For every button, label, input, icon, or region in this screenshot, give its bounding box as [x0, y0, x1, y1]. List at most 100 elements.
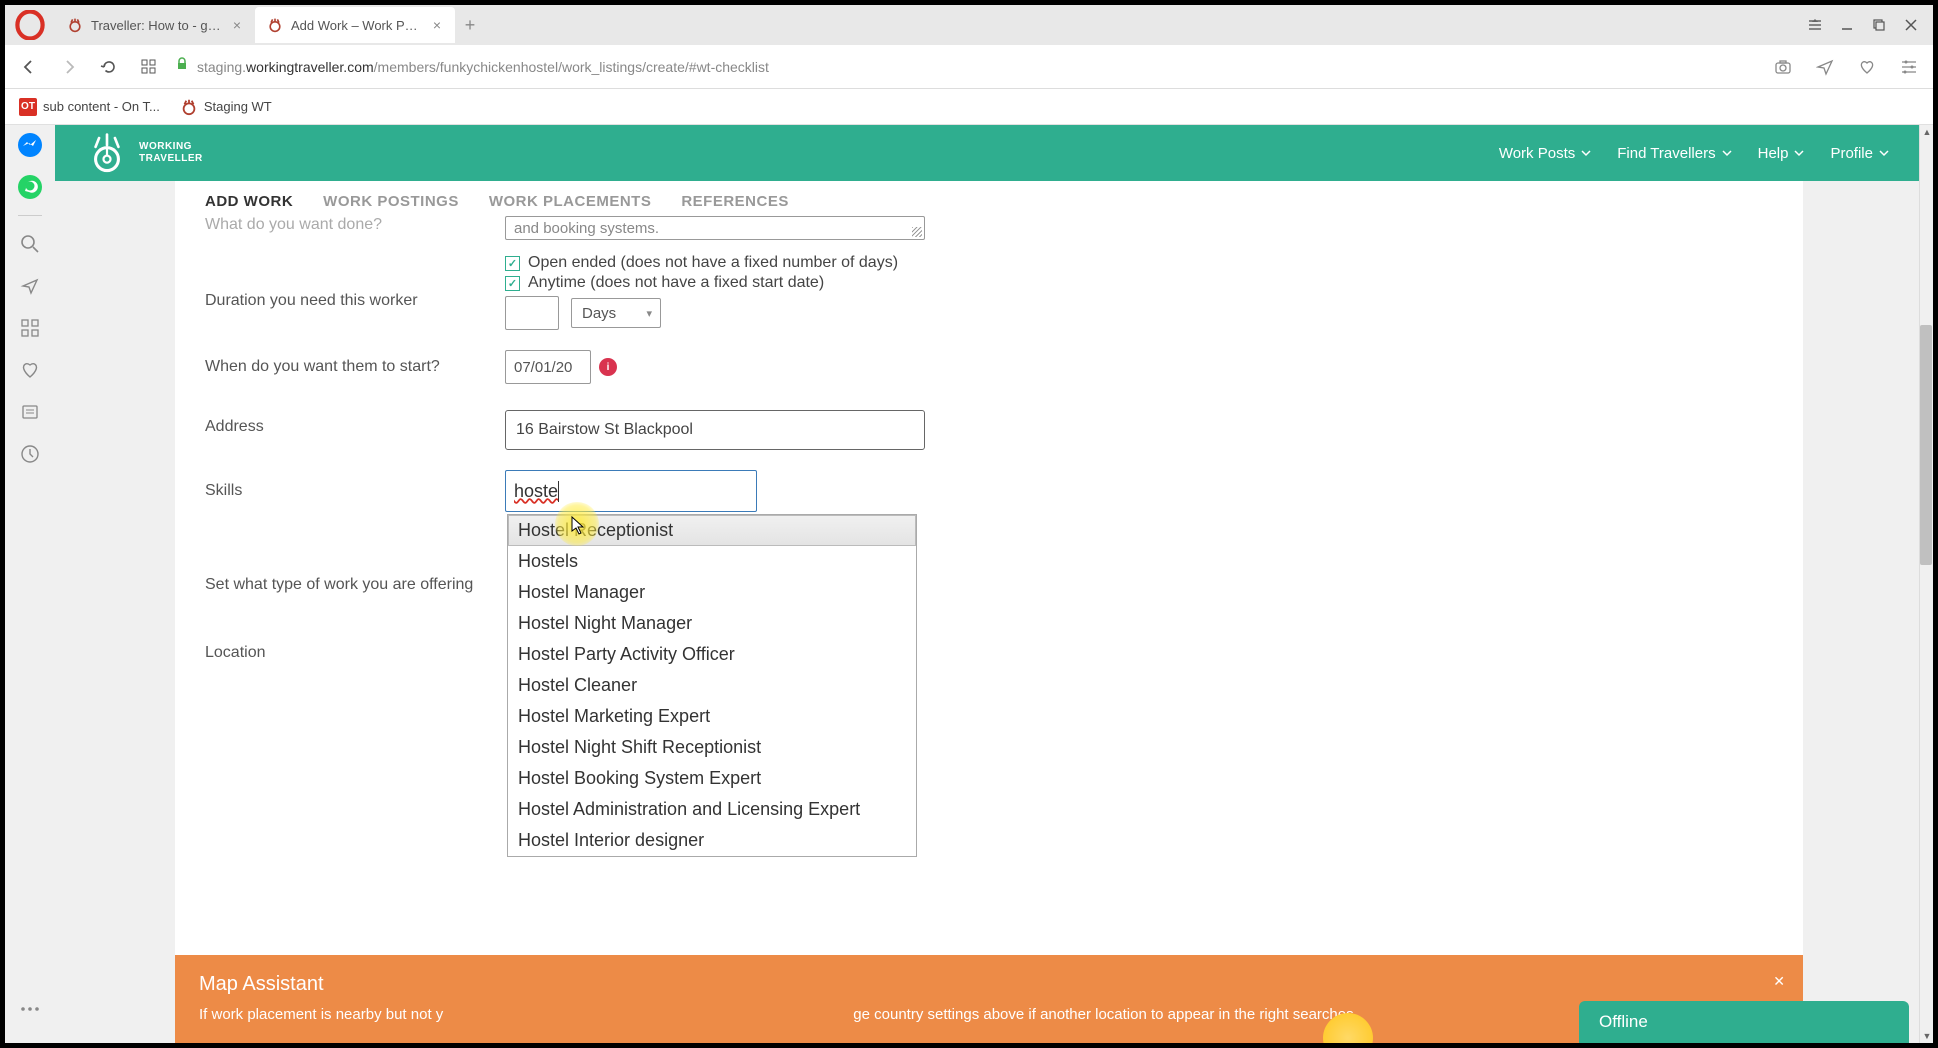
label-address: Address — [205, 410, 505, 436]
heart-icon[interactable] — [16, 356, 44, 384]
speed-dial-icon[interactable] — [135, 53, 163, 81]
easy-setup-icon[interactable] — [1803, 13, 1827, 37]
browser-tab-1[interactable]: Add Work – Work Postings × — [255, 7, 455, 43]
tab-work-placements[interactable]: WORK PLACEMENTS — [489, 193, 652, 210]
label-skills: Skills — [205, 470, 505, 500]
tab-work-postings[interactable]: WORK POSTINGS — [323, 193, 459, 210]
close-icon[interactable] — [1899, 13, 1923, 37]
flow-icon[interactable] — [16, 272, 44, 300]
autocomplete-option[interactable]: Hostel Party Activity Officer — [508, 639, 916, 670]
nav-work-posts[interactable]: Work Posts — [1499, 145, 1591, 162]
nav-find-travellers[interactable]: Find Travellers — [1617, 145, 1731, 162]
news-icon[interactable] — [16, 398, 44, 426]
maximize-icon[interactable] — [1867, 13, 1891, 37]
minimize-icon[interactable] — [1835, 13, 1859, 37]
autocomplete-option[interactable]: Hostel Booking System Expert — [508, 763, 916, 794]
snapshot-icon[interactable] — [1769, 53, 1797, 81]
wt-favicon-icon — [180, 98, 198, 116]
chevron-down-icon — [1794, 148, 1804, 158]
check-icon: ✓ — [505, 276, 520, 291]
bookmark-label: Staging WT — [204, 99, 272, 114]
forward-button[interactable] — [55, 53, 83, 81]
start-date-input[interactable] — [505, 350, 591, 384]
checkbox-open-ended[interactable]: ✓Open ended (does not have a fixed numbe… — [505, 254, 1773, 272]
lock-icon — [175, 57, 189, 76]
vertical-scrollbar[interactable]: ▲ ▼ — [1919, 125, 1933, 1043]
chat-status: Offline — [1599, 1012, 1648, 1032]
search-icon[interactable] — [16, 230, 44, 258]
map-assistant-title: Map Assistant — [199, 973, 1779, 996]
chevron-down-icon — [1581, 148, 1591, 158]
bookmark-bar: OT sub content - On T... Staging WT — [5, 89, 1933, 125]
url-text: staging.workingtraveller.com/members/fun… — [197, 59, 769, 75]
page-viewport: WORKINGTRAVELLER Work Posts Find Travell… — [55, 125, 1933, 1043]
speed-dial-icon[interactable] — [16, 314, 44, 342]
label-start: When do you want them to start? — [205, 350, 505, 376]
tab-add-work[interactable]: ADD WORK — [205, 193, 293, 210]
url-input[interactable]: staging.workingtraveller.com/members/fun… — [175, 57, 1757, 76]
wt-logo-icon — [85, 131, 129, 175]
browser-titlebar: Traveller: How to - guides × Add Work – … — [5, 5, 1933, 45]
tab-references[interactable]: REFERENCES — [681, 193, 789, 210]
site-header: WORKINGTRAVELLER Work Posts Find Travell… — [55, 125, 1919, 181]
page-content: ADD WORK WORK POSTINGS WORK PLACEMENTS R… — [175, 181, 1803, 1043]
autocomplete-option[interactable]: Hostel Administration and Licensing Expe… — [508, 794, 916, 825]
nav-profile[interactable]: Profile — [1830, 145, 1889, 162]
chevron-down-icon — [1722, 148, 1732, 158]
autocomplete-option[interactable]: Hostel Night Shift Receptionist — [508, 732, 916, 763]
divider — [18, 215, 42, 216]
bookmark-item[interactable]: Staging WT — [180, 98, 272, 116]
heart-icon[interactable] — [1853, 53, 1881, 81]
scrollbar-thumb[interactable] — [1920, 325, 1932, 565]
autocomplete-option[interactable]: Hostel Marketing Expert — [508, 701, 916, 732]
skills-input[interactable]: hoste​ — [505, 470, 757, 512]
back-button[interactable] — [15, 53, 43, 81]
wt-favicon-icon — [267, 17, 283, 33]
tab-title: Traveller: How to - guides — [91, 18, 223, 33]
scroll-up-icon[interactable]: ▲ — [1920, 125, 1933, 139]
opera-logo-icon — [15, 10, 45, 40]
label-duration: Duration you need this worker — [205, 254, 505, 310]
address-bar: staging.workingtraveller.com/members/fun… — [5, 45, 1933, 89]
browser-sidebar — [5, 125, 55, 1043]
label-work-type: Set what type of work you are offering — [205, 568, 505, 594]
duration-number-input[interactable] — [505, 296, 559, 330]
close-icon[interactable]: ✕ — [1773, 973, 1785, 990]
site-logo[interactable]: WORKINGTRAVELLER — [85, 131, 203, 175]
wt-favicon-icon — [67, 17, 83, 33]
label-location: Location — [205, 636, 505, 662]
messenger-icon[interactable] — [16, 131, 44, 159]
reload-button[interactable] — [95, 53, 123, 81]
tab-title: Add Work – Work Postings — [291, 18, 423, 33]
easy-setup-icon[interactable] — [1895, 53, 1923, 81]
info-icon[interactable]: i — [599, 358, 617, 376]
map-assistant-banner: Map Assistant If work placement is nearb… — [175, 955, 1803, 1043]
new-tab-button[interactable]: + — [455, 15, 485, 36]
bookmark-label: sub content - On T... — [43, 99, 160, 114]
chevron-down-icon — [1879, 148, 1889, 158]
browser-tab-0[interactable]: Traveller: How to - guides × — [55, 7, 255, 43]
bookmark-item[interactable]: OT sub content - On T... — [19, 98, 160, 116]
tab-close-icon[interactable]: × — [231, 15, 243, 35]
whatsapp-icon[interactable] — [16, 173, 44, 201]
duration-unit-select[interactable]: Days — [571, 298, 661, 328]
autocomplete-option[interactable]: Hostel Manager — [508, 577, 916, 608]
nav-help[interactable]: Help — [1758, 145, 1805, 162]
send-icon[interactable] — [1811, 53, 1839, 81]
ot-icon: OT — [19, 98, 37, 116]
address-input[interactable] — [505, 410, 925, 450]
autocomplete-option[interactable]: Hostel Cleaner — [508, 670, 916, 701]
logo-text: WORKINGTRAVELLER — [139, 141, 203, 165]
tab-close-icon[interactable]: × — [431, 15, 443, 35]
checkbox-anytime[interactable]: ✓Anytime (does not have a fixed start da… — [505, 274, 1773, 292]
autocomplete-option[interactable]: Hostel Receptionist — [508, 515, 916, 546]
history-icon[interactable] — [16, 440, 44, 468]
what-done-textarea[interactable]: and booking systems. — [505, 216, 925, 240]
autocomplete-option[interactable]: Hostel Interior designer — [508, 825, 916, 856]
scroll-down-icon[interactable]: ▼ — [1920, 1029, 1933, 1043]
more-icon[interactable] — [16, 995, 44, 1023]
autocomplete-option[interactable]: Hostels — [508, 546, 916, 577]
autocomplete-option[interactable]: Hostel Night Manager — [508, 608, 916, 639]
check-icon: ✓ — [505, 256, 520, 271]
chat-widget[interactable]: Offline — [1579, 1001, 1909, 1043]
